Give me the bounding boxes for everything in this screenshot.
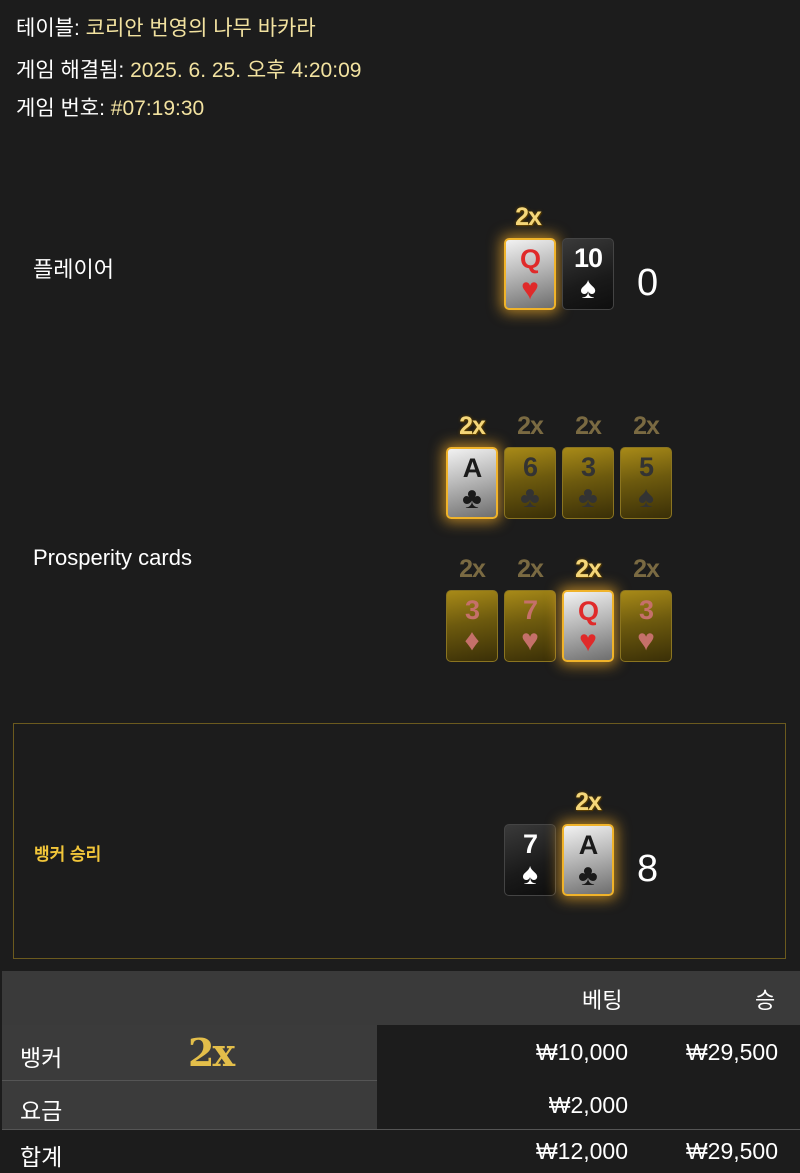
spade-icon: ♠	[580, 272, 596, 305]
row-bet: ₩12,000	[535, 1138, 628, 1164]
club-icon: ♣	[520, 481, 540, 514]
prosperity-card: Q ♥	[562, 590, 614, 662]
prosperity-card: 3 ♥	[620, 590, 672, 662]
row-name: 뱅커	[20, 1045, 63, 1071]
prosperity-multiplier: 2x	[633, 412, 660, 440]
resolved-label: 게임 해결됨:	[16, 59, 125, 82]
bet-table-header	[2, 971, 800, 1025]
heart-icon: ♥	[521, 273, 539, 306]
table-row: 뱅커 ₩10,000 ₩29,500	[2, 1025, 800, 1080]
card-rank: 3	[638, 595, 654, 625]
heart-icon: ♥	[579, 625, 597, 658]
spade-icon: ♠	[522, 858, 538, 891]
row-bet: ₩2,000	[548, 1092, 628, 1118]
card-rank: 6	[522, 452, 538, 482]
diamond-icon: ♦	[464, 624, 480, 657]
heart-icon: ♥	[637, 624, 655, 657]
spade-icon: ♠	[638, 481, 654, 514]
card-rank: 7	[522, 829, 538, 859]
multiplier-badge: 2x	[188, 1030, 235, 1075]
club-icon: ♣	[462, 482, 482, 515]
banker-card-multiplier: 2x	[575, 788, 602, 816]
row-name: 요금	[20, 1098, 63, 1124]
prosperity-multiplier: 2x	[575, 555, 602, 583]
game-number: #07:19:30	[110, 97, 205, 120]
card-rank: 3	[464, 595, 480, 625]
club-icon: ♣	[578, 481, 598, 514]
bet-column-header: 베팅	[582, 988, 623, 1013]
prosperity-card: 3 ♣	[562, 447, 614, 519]
player-card-multiplier: 2x	[515, 203, 542, 231]
prosperity-card: 3 ♦	[446, 590, 498, 662]
card-rank: A	[462, 453, 482, 483]
card-rank: Q	[519, 244, 541, 274]
resolved-time: 2025. 6. 25. 오후 4:20:09	[130, 59, 362, 82]
table-name: 코리안 번영의 나무 바카라	[85, 17, 316, 40]
row-win: ₩29,500	[685, 1138, 778, 1164]
prosperity-multiplier: 2x	[517, 412, 544, 440]
banker-card-2: A ♣	[562, 824, 614, 896]
banker-score: 8	[637, 848, 659, 890]
game-number-label: 게임 번호:	[16, 97, 105, 120]
club-icon: ♣	[578, 859, 598, 892]
player-score: 0	[637, 262, 659, 304]
row-name: 합계	[20, 1144, 63, 1170]
player-card-1: Q ♥	[504, 238, 556, 310]
table-label: 테이블:	[16, 17, 80, 40]
banker-card-1: 7 ♠	[504, 824, 556, 896]
table-row: 요금 ₩2,000	[2, 1081, 800, 1129]
game-number-line: 게임 번호: #07:19:30	[16, 92, 204, 122]
resolved-time-line: 게임 해결됨: 2025. 6. 25. 오후 4:20:09	[16, 54, 361, 84]
row-win: ₩29,500	[685, 1039, 778, 1065]
card-rank: 10	[573, 243, 603, 273]
prosperity-multiplier: 2x	[459, 412, 486, 440]
prosperity-label: Prosperity cards	[33, 545, 192, 570]
prosperity-multiplier: 2x	[459, 555, 486, 583]
prosperity-multiplier: 2x	[575, 412, 602, 440]
prosperity-card: 5 ♠	[620, 447, 672, 519]
prosperity-card: 7 ♥	[504, 590, 556, 662]
card-rank: 3	[580, 452, 596, 482]
player-label: 플레이어	[33, 257, 114, 282]
table-row-total: 합계 ₩12,000 ₩29,500	[2, 1130, 800, 1173]
table-name-line: 테이블: 코리안 번영의 나무 바카라	[16, 12, 316, 42]
card-rank: Q	[577, 596, 599, 626]
win-column-header: 승	[755, 988, 776, 1013]
heart-icon: ♥	[521, 624, 539, 657]
prosperity-multiplier: 2x	[517, 555, 544, 583]
prosperity-card: A ♣	[446, 447, 498, 519]
banker-win-label: 뱅커 승리	[34, 845, 102, 864]
row-bet: ₩10,000	[535, 1039, 628, 1065]
player-card-2: 10 ♠	[562, 238, 614, 310]
card-rank: A	[578, 830, 598, 860]
card-rank: 5	[638, 452, 654, 482]
prosperity-multiplier: 2x	[633, 555, 660, 583]
card-rank: 7	[522, 595, 538, 625]
banker-result-box	[13, 723, 786, 959]
prosperity-card: 6 ♣	[504, 447, 556, 519]
